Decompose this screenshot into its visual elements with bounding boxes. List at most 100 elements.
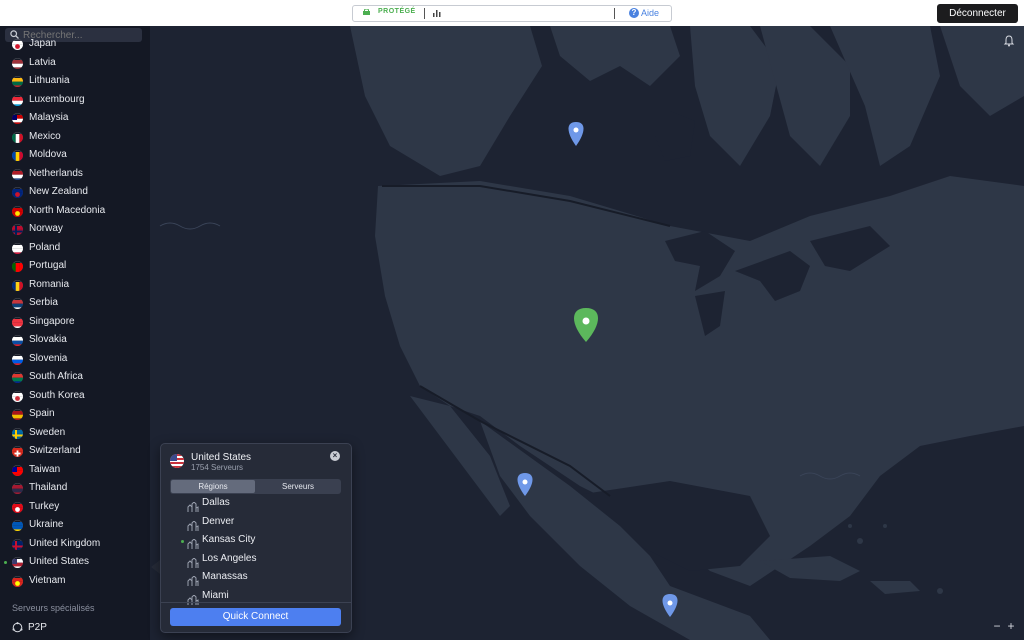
zoom-in-button[interactable]: + bbox=[1006, 620, 1016, 632]
divider bbox=[161, 602, 351, 603]
sidebar-item-country[interactable]: Netherlands bbox=[0, 166, 150, 184]
sidebar-item-country[interactable]: Slovenia bbox=[0, 351, 150, 369]
p2p-icon bbox=[12, 622, 23, 633]
flag-icon bbox=[12, 150, 23, 161]
flag-icon bbox=[12, 187, 23, 198]
sidebar-item-country[interactable]: South Africa bbox=[0, 369, 150, 387]
connected-indicator bbox=[181, 540, 184, 543]
sidebar-item-country[interactable]: Romania bbox=[0, 277, 150, 295]
sidebar-item-country[interactable]: Vietnam bbox=[0, 573, 150, 591]
country-name: Ukraine bbox=[29, 519, 64, 530]
flag-icon bbox=[12, 206, 23, 217]
sidebar-item-country[interactable]: Portugal bbox=[0, 258, 150, 276]
sidebar-item-country[interactable]: Slovakia bbox=[0, 332, 150, 350]
city-icon bbox=[187, 555, 199, 568]
sidebar-item-country[interactable]: United States bbox=[0, 554, 150, 572]
sidebar-item-country[interactable]: Poland bbox=[0, 240, 150, 258]
sidebar-item-country[interactable]: Taiwan bbox=[0, 462, 150, 480]
close-icon[interactable]: × bbox=[330, 451, 340, 461]
sidebar-item-country[interactable]: Sweden bbox=[0, 425, 150, 443]
country-name: Switzerland bbox=[29, 445, 81, 456]
region-item[interactable]: Dallas bbox=[161, 495, 351, 513]
sidebar-item-country[interactable]: Mexico bbox=[0, 129, 150, 147]
quick-connect-button[interactable]: Quick Connect bbox=[170, 608, 341, 626]
region-item[interactable]: Los Angeles bbox=[161, 551, 351, 569]
country-name: Lithuania bbox=[29, 75, 70, 86]
flag-icon bbox=[12, 446, 23, 457]
country-name: Sweden bbox=[29, 426, 66, 438]
region-item[interactable]: Manassas bbox=[161, 569, 351, 587]
sidebar-item-country[interactable]: Thailand bbox=[0, 480, 150, 498]
flag-icon bbox=[12, 39, 23, 50]
country-name: Taiwan bbox=[29, 463, 61, 475]
country-name: Vietnam bbox=[29, 574, 66, 586]
tab-regions[interactable]: Régions bbox=[171, 480, 255, 493]
flag-icon bbox=[12, 372, 23, 383]
sidebar-item-country[interactable]: Lithuania bbox=[0, 73, 150, 91]
sidebar-item-country[interactable]: Serbia bbox=[0, 295, 150, 313]
sidebar-item-country[interactable]: United Kingdom bbox=[0, 536, 150, 554]
tab-servers[interactable]: Serveurs bbox=[256, 480, 340, 493]
country-name: Japan bbox=[29, 38, 57, 49]
sidebar-item-p2p[interactable]: P2P bbox=[0, 620, 150, 638]
flag-icon bbox=[12, 465, 23, 476]
country-name: Poland bbox=[29, 241, 61, 253]
country-name: United Kingdom bbox=[29, 537, 101, 549]
connected-indicator bbox=[4, 561, 7, 564]
popup-pointer bbox=[151, 560, 160, 574]
flag-icon bbox=[12, 335, 23, 346]
country-name: Latvia bbox=[29, 56, 56, 68]
popup-tabs: Régions Serveurs bbox=[170, 479, 341, 494]
country-name: Malaysia bbox=[29, 112, 69, 123]
help-icon[interactable]: ? bbox=[629, 8, 639, 18]
sidebar-item-country[interactable]: Ukraine bbox=[0, 517, 150, 535]
flag-icon bbox=[12, 354, 23, 365]
top-bar: PROTÉGÉ ? Aide Déconnecter bbox=[0, 0, 1024, 27]
country-name: North Macedonia bbox=[29, 204, 106, 216]
help-link[interactable]: Aide bbox=[641, 8, 659, 18]
country-name: Norway bbox=[29, 223, 63, 234]
region-item[interactable]: Kansas City bbox=[161, 532, 351, 550]
sidebar-item-country[interactable]: Turkey bbox=[0, 499, 150, 517]
specialty-servers-heading: Serveurs spécialisés bbox=[12, 603, 95, 613]
sidebar-item-country[interactable]: South Korea bbox=[0, 388, 150, 406]
stats-icon[interactable] bbox=[433, 9, 441, 17]
notification-bell-icon[interactable] bbox=[1003, 35, 1015, 47]
connection-status-bar: PROTÉGÉ ? Aide bbox=[352, 5, 672, 22]
country-name: Thailand bbox=[29, 482, 68, 493]
sidebar-item-country[interactable]: North Macedonia bbox=[0, 203, 150, 221]
flag-icon bbox=[12, 95, 23, 106]
country-name: Netherlands bbox=[29, 167, 83, 179]
sidebar-item-country[interactable]: Norway bbox=[0, 221, 150, 239]
zoom-out-button[interactable]: − bbox=[992, 620, 1002, 632]
sidebar-item-country[interactable]: New Zealand bbox=[0, 184, 150, 202]
flag-icon bbox=[12, 298, 23, 309]
country-name: Slovakia bbox=[29, 334, 67, 345]
country-name: Luxembourg bbox=[29, 93, 85, 105]
country-name: Slovenia bbox=[29, 352, 68, 364]
region-name: Dallas bbox=[202, 497, 230, 508]
flag-icon bbox=[12, 113, 23, 124]
country-name: United States bbox=[29, 556, 90, 567]
flag-icon bbox=[12, 428, 23, 439]
sidebar-item-country[interactable]: Luxembourg bbox=[0, 92, 150, 110]
sidebar-item-country[interactable]: Moldova bbox=[0, 147, 150, 165]
country-name: South Korea bbox=[29, 389, 85, 401]
status-label: PROTÉGÉ bbox=[378, 8, 416, 15]
sidebar-item-label: P2P bbox=[28, 622, 47, 633]
region-item[interactable]: Denver bbox=[161, 514, 351, 532]
city-icon bbox=[187, 592, 199, 605]
divider bbox=[614, 8, 615, 19]
sidebar-item-country[interactable]: Japan bbox=[0, 36, 150, 54]
sidebar-item-country[interactable]: Singapore bbox=[0, 314, 150, 332]
sidebar-item-country[interactable]: Latvia bbox=[0, 55, 150, 73]
sidebar-item-country[interactable]: Switzerland bbox=[0, 443, 150, 461]
disconnect-button[interactable]: Déconnecter bbox=[937, 4, 1018, 23]
city-icon bbox=[187, 573, 199, 586]
sidebar-item-country[interactable]: Spain bbox=[0, 406, 150, 424]
flag-icon bbox=[12, 557, 23, 568]
country-name: New Zealand bbox=[29, 186, 88, 197]
flag-icon bbox=[12, 391, 23, 402]
region-name: Miami bbox=[202, 589, 229, 601]
sidebar-item-country[interactable]: Malaysia bbox=[0, 110, 150, 128]
